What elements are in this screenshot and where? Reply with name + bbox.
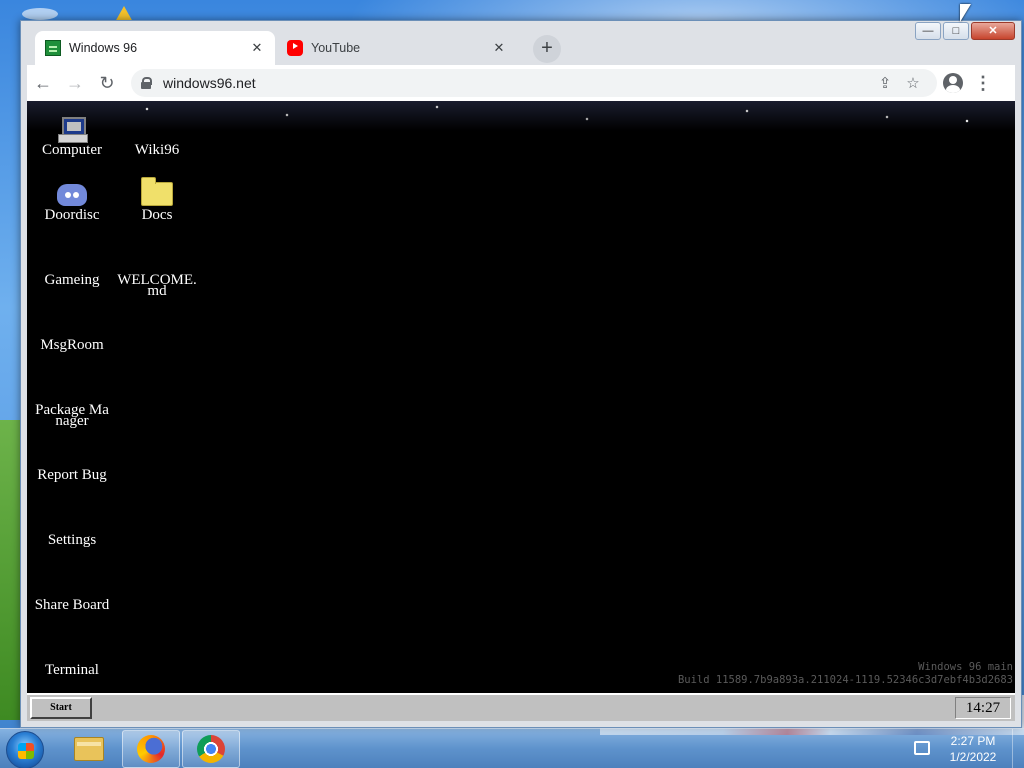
taskbar-chrome[interactable] <box>182 730 240 768</box>
tab-close-icon[interactable]: ✕ <box>491 40 507 56</box>
close-button[interactable]: ✕ <box>971 22 1015 40</box>
desktop-icon-doordisc[interactable]: Doordisc <box>32 174 112 223</box>
maximize-button[interactable]: □ <box>943 22 969 40</box>
icon-label: Computer <box>42 142 102 158</box>
desktop-icon-docs[interactable]: Docs <box>117 174 197 223</box>
system-date: 1/2/2022 <box>949 750 997 764</box>
desktop-icon-gameing[interactable]: Gameing <box>32 239 112 288</box>
build-info-line1: Windows 96 main <box>918 661 1013 673</box>
os-taskbar: 2:27 PM 1/2/2022 <box>0 728 1024 768</box>
browser-window: — □ ✕ Windows 96 ✕ YouTube ✕ + ← → ↻ win… <box>20 20 1022 728</box>
wallpaper-grass <box>0 420 22 720</box>
tab-youtube[interactable]: YouTube ✕ <box>277 31 517 65</box>
discord-icon <box>57 184 87 206</box>
firefox-icon <box>137 735 165 763</box>
reload-icon[interactable]: ↻ <box>91 67 123 99</box>
w96-start-button[interactable]: Start <box>30 697 92 719</box>
desktop-icon-wiki96[interactable]: Wiki96 <box>117 109 197 158</box>
kebab-menu-icon[interactable]: ⋮ <box>969 73 997 94</box>
url-text[interactable]: windows96.net <box>163 75 871 91</box>
forward-arrow-icon[interactable]: → <box>59 67 91 99</box>
tab-close-icon[interactable]: ✕ <box>249 40 265 56</box>
icon-label: Settings <box>47 532 97 548</box>
show-desktop-button[interactable] <box>1012 729 1024 768</box>
system-clock[interactable]: 2:27 PM 1/2/2022 <box>938 733 1008 765</box>
icon-label: Gameing <box>44 272 100 288</box>
w96-clock[interactable]: 14:27 <box>955 697 1011 719</box>
network-icon[interactable] <box>914 741 930 755</box>
desktop-item-partial[interactable] <box>22 8 58 20</box>
w96-taskbar: Start 14:27 <box>27 693 1015 721</box>
profile-avatar-icon[interactable] <box>937 67 969 99</box>
icon-label: Terminal <box>45 662 99 678</box>
mouse-cursor-icon <box>960 4 971 22</box>
share-icon[interactable]: ⇪ <box>871 74 899 92</box>
icon-label: Package Manager <box>35 402 109 429</box>
build-info-line2: Build 11589.7b9a893a.211024-1119.52346c3… <box>677 674 1013 686</box>
desktop-icon-computer[interactable]: Computer <box>32 109 112 158</box>
icon-label: Share Board <box>34 597 110 613</box>
windows96-favicon-icon <box>45 40 61 56</box>
icon-label: MsgRoom <box>40 337 104 353</box>
windows96-desktop: Computer Wiki96 Doordisc Docs Gameing WE… <box>27 101 1015 693</box>
icon-label: Doordisc <box>44 207 100 223</box>
icon-label: Report Bug <box>37 467 107 483</box>
icon-label: Wiki96 <box>134 142 180 158</box>
desktop-icon-package-manager[interactable]: Package Manager <box>32 369 112 429</box>
taskbar-file-explorer[interactable] <box>60 730 118 768</box>
tab-title: YouTube <box>311 41 361 55</box>
folder-icon <box>141 177 173 206</box>
new-tab-button[interactable]: + <box>533 35 561 63</box>
desktop-icon-settings[interactable]: Settings <box>32 499 112 548</box>
browser-toolbar: ← → ↻ windows96.net ⇪ ☆ ⋮ <box>27 65 1015 101</box>
youtube-favicon-icon <box>287 40 303 56</box>
folder-icon <box>74 737 104 761</box>
desktop-icon-msgroom[interactable]: MsgRoom <box>32 304 112 353</box>
desktop-icon-report-bug[interactable]: Report Bug <box>32 434 112 483</box>
system-time: 2:27 PM <box>950 734 996 748</box>
back-arrow-icon[interactable]: ← <box>27 67 59 99</box>
computer-icon <box>58 117 88 143</box>
lock-icon[interactable] <box>141 77 152 89</box>
desktop-icon-share-board[interactable]: Share Board <box>32 564 112 613</box>
chrome-icon <box>197 735 225 763</box>
tab-title: Windows 96 <box>69 41 138 55</box>
tab-strip: Windows 96 ✕ YouTube ✕ + <box>27 31 927 65</box>
tab-windows96[interactable]: Windows 96 ✕ <box>35 31 275 65</box>
address-bar[interactable]: windows96.net ⇪ ☆ <box>131 69 937 97</box>
icon-label: Docs <box>141 207 173 223</box>
taskbar-firefox[interactable] <box>122 730 180 768</box>
desktop-icon-terminal[interactable]: Terminal <box>32 629 112 678</box>
bookmark-star-icon[interactable]: ☆ <box>899 74 927 92</box>
windows-start-orb-icon[interactable] <box>6 731 44 768</box>
window-controls: — □ ✕ <box>915 22 1015 40</box>
desktop-icon-welcome[interactable]: WELCOME.md <box>117 239 197 299</box>
build-info: Windows 96 main Build 11589.7b9a893a.211… <box>678 661 1013 687</box>
icon-label: WELCOME.md <box>117 272 197 299</box>
